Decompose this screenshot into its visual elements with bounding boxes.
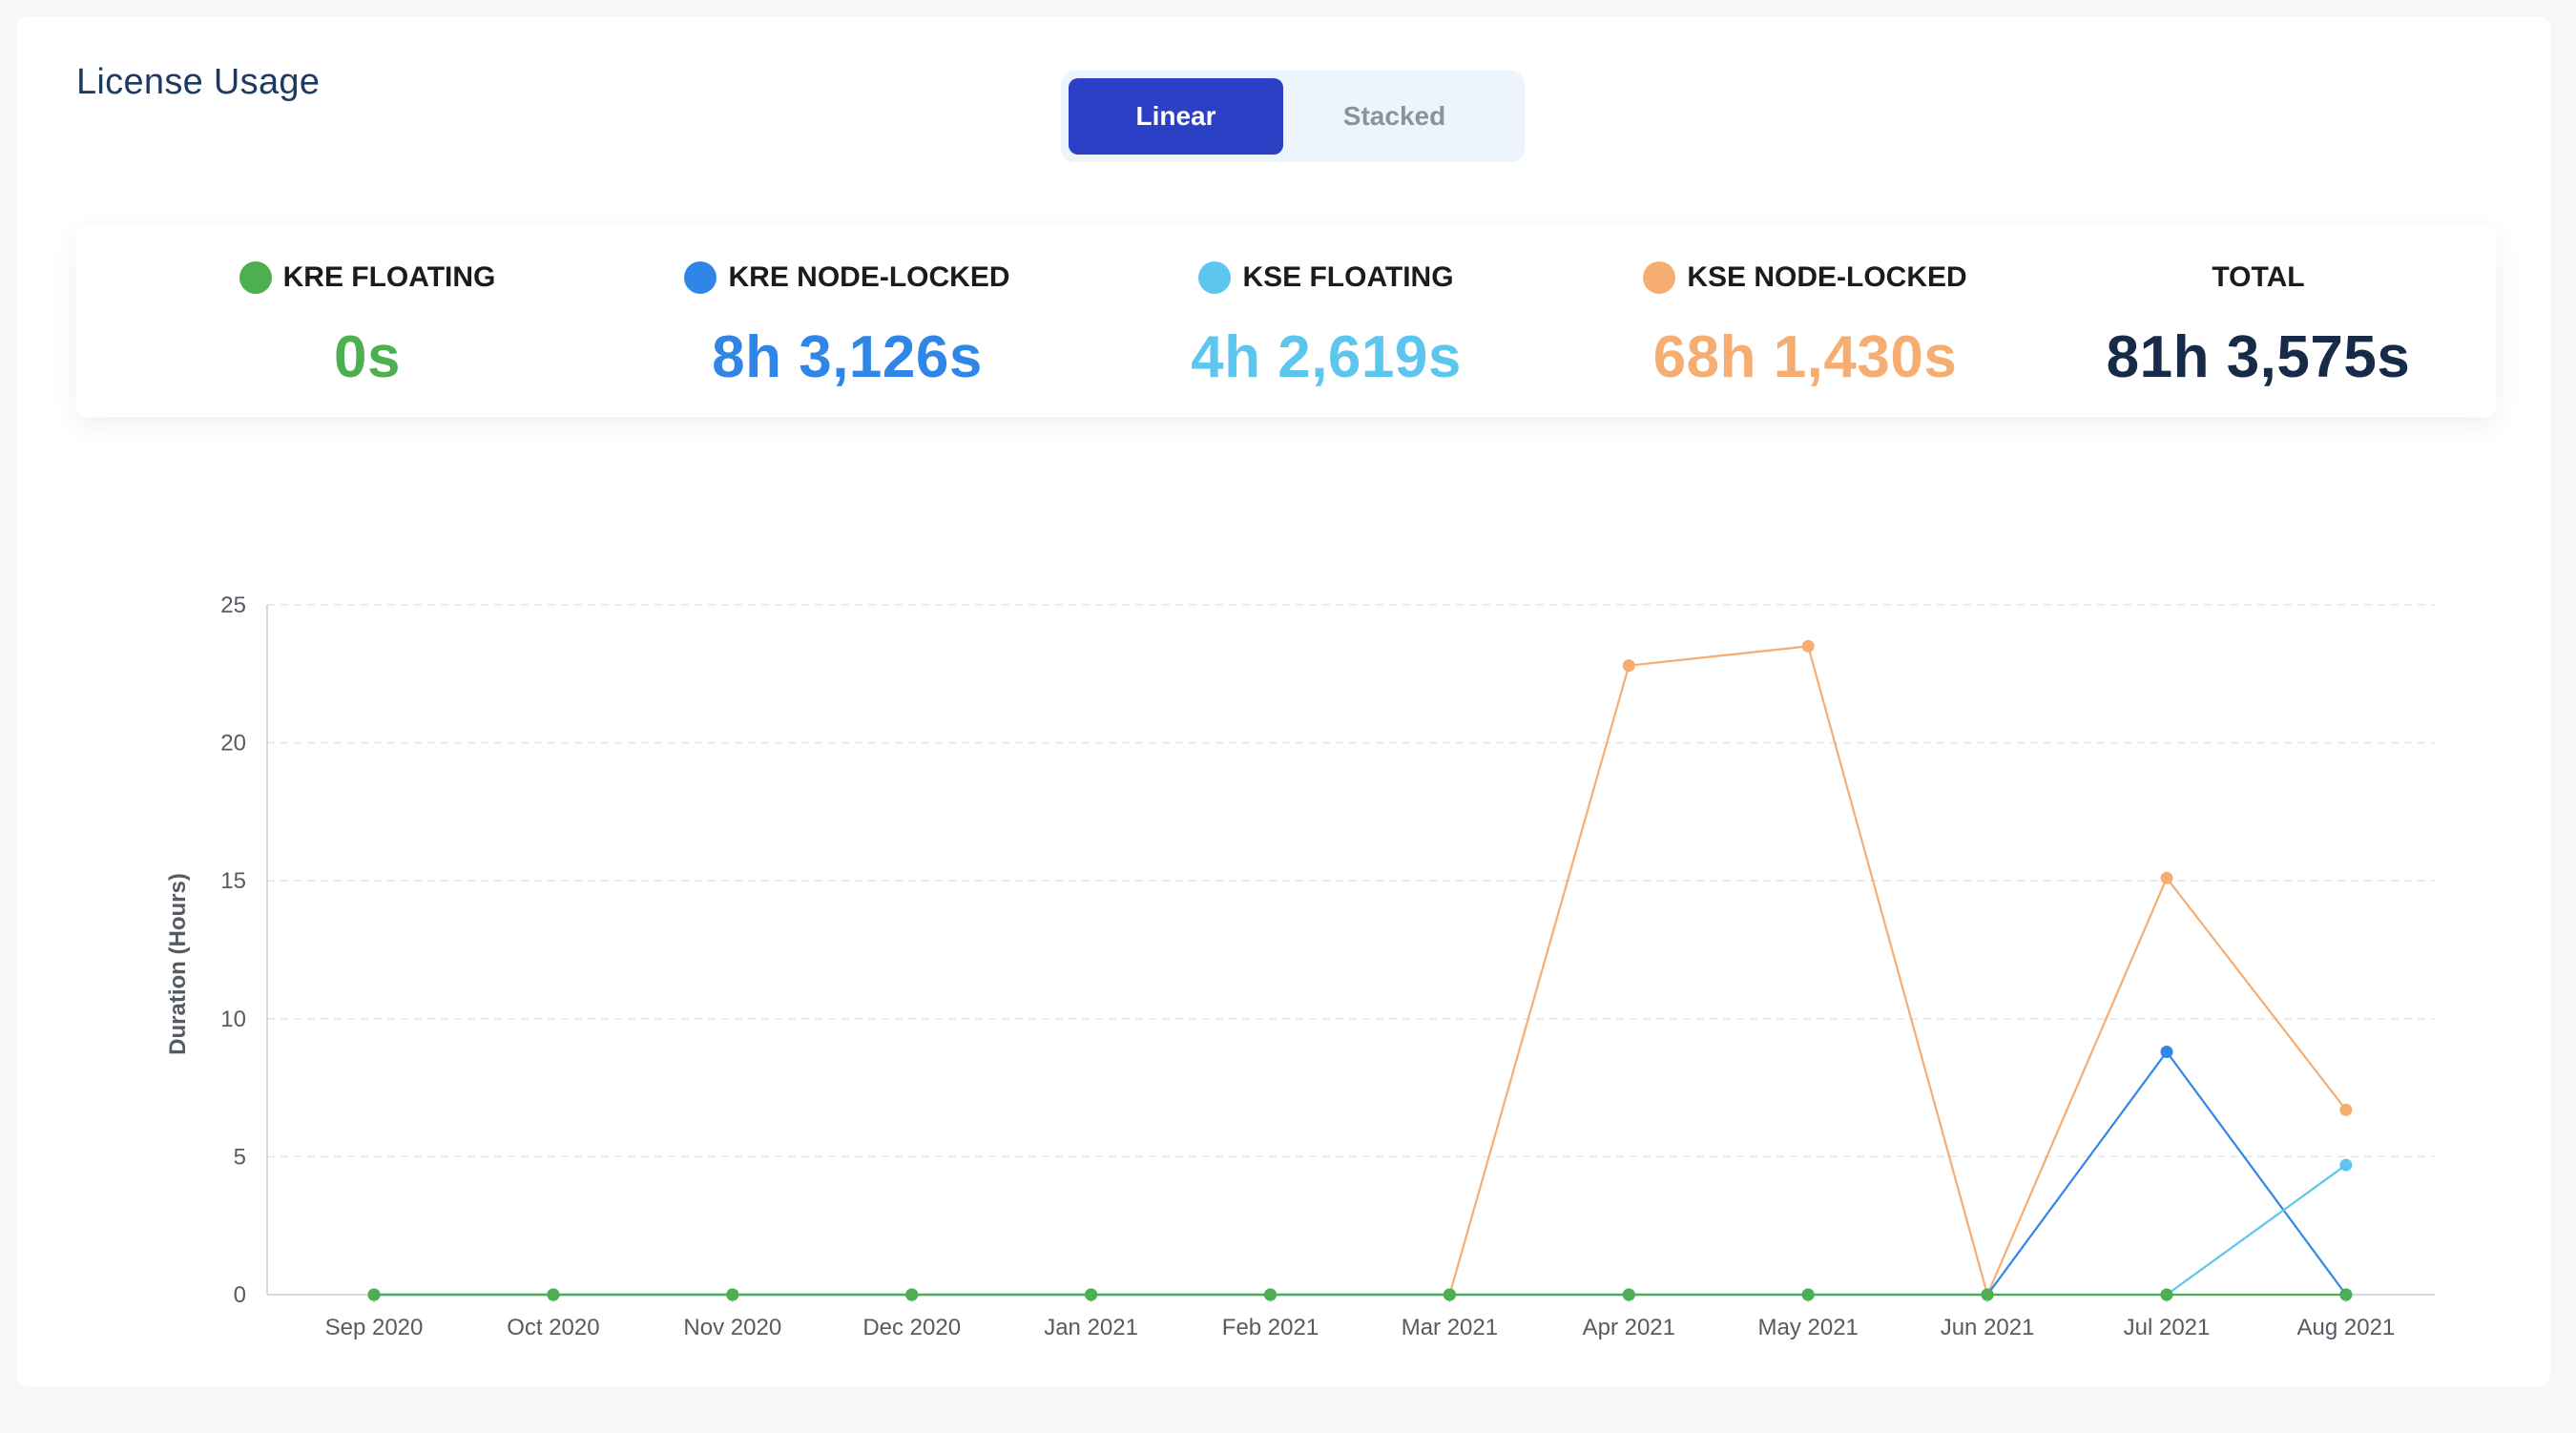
- x-tick-label: Mar 2021: [1402, 1315, 1498, 1340]
- stat-total: TOTAL 81h 3,575s: [2029, 255, 2487, 391]
- stat-label: KRE FLOATING: [282, 261, 496, 293]
- stat-value: 81h 3,575s: [2106, 324, 2411, 390]
- line-chart-svg: 0 5 10 15 20 25 Sep 2020 Oct 2020 Nov 2020 Dec 20…: [165, 592, 2435, 1340]
- data-point-kre-floating: [547, 1288, 560, 1301]
- x-tick-label: Jul 2021: [2124, 1315, 2211, 1340]
- stat-value: 4h 2,619s: [1191, 324, 1462, 390]
- stat-kre-floating: KRE FLOATING 0s: [138, 255, 596, 391]
- x-tick-label: Apr 2021: [1583, 1315, 1675, 1340]
- x-tick-label: May 2021: [1757, 1315, 1858, 1340]
- kre-floating-legend-dot: [239, 261, 272, 294]
- data-point-kre-floating: [1264, 1288, 1277, 1301]
- kse-node-locked-legend-dot: [1643, 261, 1676, 294]
- x-tick-label: Jan 2021: [1044, 1315, 1138, 1340]
- data-point-kre-floating: [367, 1288, 381, 1301]
- data-point-kre-floating: [2339, 1288, 2353, 1301]
- linear-toggle-button[interactable]: Linear: [1069, 78, 1283, 155]
- x-tick-label: Dec 2020: [862, 1315, 961, 1340]
- stat-label: TOTAL: [2212, 261, 2305, 293]
- data-point-kre-floating: [726, 1288, 739, 1301]
- page-title: License Usage: [76, 62, 321, 102]
- x-tick-label: Oct 2020: [507, 1315, 599, 1340]
- stacked-toggle-button[interactable]: Stacked: [1287, 78, 1502, 155]
- data-point-kse-floating: [2339, 1158, 2353, 1172]
- y-axis-title: Duration (Hours): [165, 873, 191, 1055]
- kse-floating-legend-dot: [1198, 261, 1232, 294]
- data-point-kre-floating: [1622, 1288, 1635, 1301]
- chart-mode-toggle: Linear Stacked: [1061, 71, 1525, 162]
- y-tick-label: 5: [234, 1144, 246, 1170]
- stat-value: 8h 3,126s: [712, 324, 983, 390]
- x-tick-label: Sep 2020: [325, 1315, 424, 1340]
- y-tick-label: 10: [220, 1007, 246, 1032]
- kre-node-locked-legend-dot: [684, 261, 717, 294]
- y-tick-label: 0: [234, 1282, 246, 1308]
- series-line-kre-node-locked: [374, 1049, 2347, 1297]
- data-point-kse-node-locked: [2339, 1103, 2353, 1116]
- series-line-kse-floating: [374, 1164, 2347, 1297]
- stat-value: 68h 1,430s: [1652, 324, 1958, 390]
- data-point-kse-node-locked: [1801, 639, 1815, 653]
- license-usage-card: License Usage Linear Stacked KRE FLOATIN…: [16, 16, 2550, 1386]
- stat-kse-node-locked: KSE NODE-LOCKED 68h 1,430s: [1576, 255, 2034, 391]
- stat-kre-node-locked: KRE NODE-LOCKED 8h 3,126s: [618, 255, 1076, 391]
- y-tick-label: 25: [220, 592, 246, 618]
- data-point-kre-floating: [1085, 1288, 1098, 1301]
- y-tick-label: 15: [220, 868, 246, 894]
- data-point-kre-floating: [1443, 1288, 1456, 1301]
- y-tick-label: 20: [220, 731, 246, 757]
- stat-kse-floating: KSE FLOATING 4h 2,619s: [1097, 255, 1555, 391]
- data-point-kre-floating: [1801, 1288, 1815, 1301]
- data-point-kre-floating: [2160, 1288, 2173, 1301]
- stat-label: KRE NODE-LOCKED: [728, 261, 1010, 293]
- data-point-kre-node-locked: [2160, 1046, 2173, 1059]
- x-tick-label: Feb 2021: [1222, 1315, 1319, 1340]
- data-point-kse-node-locked: [2160, 871, 2173, 884]
- x-tick-label: Nov 2020: [683, 1315, 781, 1340]
- data-point-kre-floating: [905, 1288, 919, 1301]
- stat-label: KSE NODE-LOCKED: [1687, 261, 1967, 293]
- stat-value: 0s: [334, 324, 401, 390]
- line-chart: 0 5 10 15 20 25 Sep 2020 Oct 2020 Nov 2020 Dec 20…: [32, 550, 2513, 1376]
- usage-summary-panel: KRE FLOATING 0s KRE NODE-LOCKED 8h 3,126…: [76, 226, 2496, 417]
- x-tick-label: Jun 2021: [1941, 1315, 2035, 1340]
- data-point-kre-floating: [1981, 1288, 1994, 1301]
- stat-label: KSE FLOATING: [1242, 261, 1454, 293]
- data-point-kse-node-locked: [1622, 659, 1635, 673]
- x-tick-label: Aug 2021: [2297, 1315, 2396, 1340]
